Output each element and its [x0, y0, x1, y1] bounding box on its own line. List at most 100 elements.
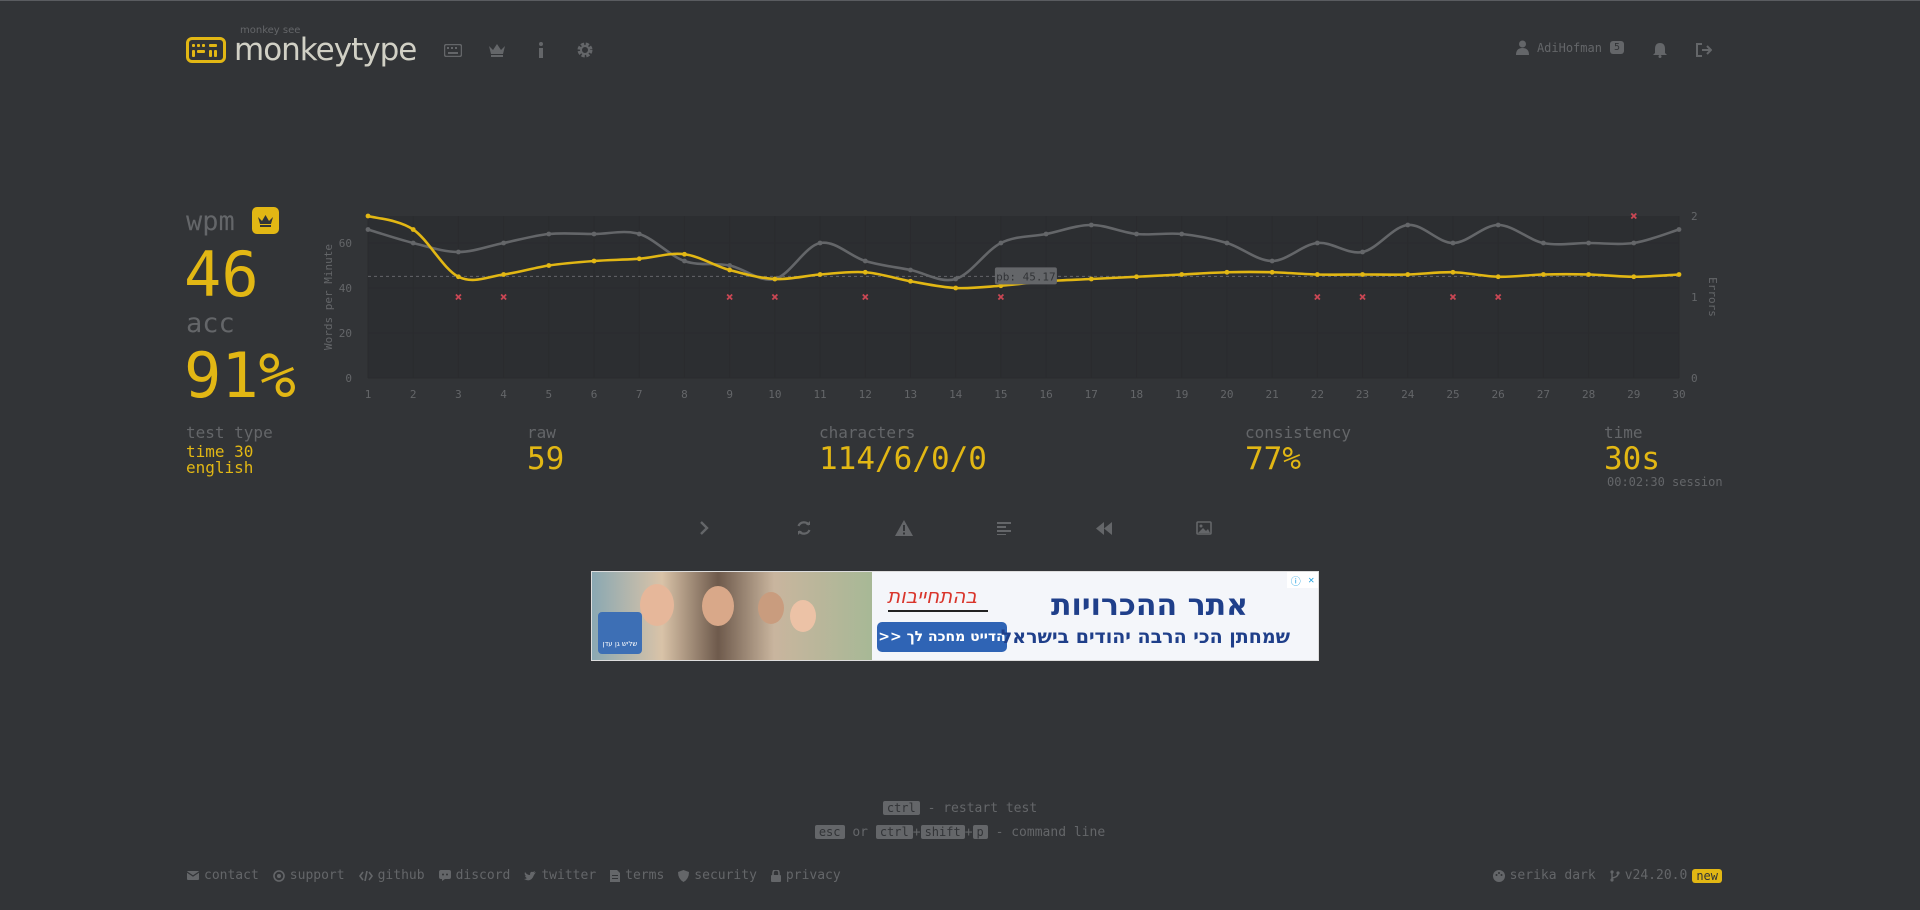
logo-tagline: monkey see: [240, 25, 301, 36]
level-badge: 5: [1609, 41, 1624, 54]
words-history-button[interactable]: [991, 518, 1017, 538]
key-esc: esc: [814, 825, 845, 839]
refresh-icon: [797, 521, 811, 535]
window-top-border: [0, 0, 1920, 1]
crown-icon[interactable]: [487, 40, 507, 60]
gear-icon[interactable]: [575, 40, 595, 60]
user-icon: [1515, 40, 1529, 55]
theme-switcher[interactable]: serika dark: [1492, 868, 1596, 883]
characters-label: characters: [819, 423, 916, 442]
bell-icon[interactable]: [1650, 40, 1670, 60]
x-tick-label: 3: [455, 388, 462, 401]
raw-value: 59: [527, 441, 565, 477]
footer-terms[interactable]: terms: [610, 868, 664, 883]
save-screenshot-button[interactable]: [1191, 518, 1217, 538]
wpm-point: [1088, 276, 1094, 282]
test-type-label: test type: [186, 423, 273, 442]
info-icon[interactable]: [531, 40, 551, 60]
ad-cta-button[interactable]: הדייט מחכה לך <<: [877, 622, 1007, 652]
y2-tick-label: 1: [1691, 291, 1698, 304]
raw-point: [1676, 227, 1682, 232]
x-tick-label: 20: [1220, 388, 1233, 401]
image-icon: [1196, 521, 1212, 535]
y-tick-label: 0: [345, 372, 352, 385]
x-tick-label: 11: [813, 388, 826, 401]
advertisement-banner[interactable]: שליש גן עדן בהתחייבות הדייט מחכה לך << א…: [591, 571, 1319, 661]
x-tick-label: 28: [1582, 388, 1595, 401]
x-tick-label: 22: [1311, 388, 1324, 401]
raw-point: [1360, 249, 1365, 255]
ad-logo: שליש גן עדן: [598, 612, 642, 654]
x-tick-label: 16: [1039, 388, 1052, 401]
raw-point: [1179, 231, 1185, 237]
y2-axis-title: Errors: [1706, 277, 1719, 317]
raw-point: [1586, 240, 1591, 246]
raw-point: [501, 240, 507, 246]
version-info[interactable]: v24.20.0 new: [1610, 868, 1722, 883]
footer-privacy[interactable]: privacy: [770, 868, 841, 883]
new-badge: new: [1692, 868, 1722, 883]
x-tick-label: 4: [500, 388, 507, 401]
footer-twitter-label: twitter: [541, 868, 597, 883]
footer-security[interactable]: security: [678, 868, 757, 883]
x-tick-label: 13: [904, 388, 917, 401]
x-tick-label: 27: [1537, 388, 1550, 401]
x-tick-label: 8: [681, 388, 688, 401]
raw-point: [1495, 222, 1501, 228]
plus-1: +: [912, 825, 921, 840]
lock-icon: [770, 869, 781, 882]
palette-icon: [1492, 869, 1505, 882]
consistency-value: 77%: [1245, 441, 1301, 477]
x-tick-label: 26: [1492, 388, 1505, 401]
y-tick-label: 60: [339, 237, 352, 250]
wpm-point: [1495, 274, 1501, 280]
consistency-label: consistency: [1245, 423, 1351, 442]
version-number: v24.20.0: [1624, 868, 1688, 883]
ad-close-icon[interactable]: ✕: [1308, 575, 1314, 586]
report-issue-button[interactable]: [891, 518, 917, 538]
raw-point: [410, 240, 416, 246]
wpm-point: [1179, 272, 1185, 277]
footer-discord[interactable]: discord: [438, 868, 510, 883]
chevron-right-icon: [700, 521, 709, 535]
footer-github[interactable]: github: [358, 868, 425, 883]
keyboard-icon[interactable]: [443, 40, 463, 60]
ad-choices[interactable]: ⓘ ✕: [1287, 572, 1318, 588]
envelope-icon: [187, 871, 199, 880]
wpm-point: [862, 269, 868, 275]
footer-terms-label: terms: [625, 868, 665, 883]
plus-2: +: [964, 825, 973, 840]
test-type-language: english: [186, 458, 254, 477]
wpm-chart[interactable]: 02040600121 2 3 4 5 6 7 8 9 10 11 12 13 14 15 16 17 18 19 2…: [0, 200, 1920, 410]
footer-twitter[interactable]: twitter: [524, 868, 596, 883]
user-account[interactable]: AdiHofman 5: [1515, 40, 1624, 55]
file-icon: [610, 869, 621, 882]
logo[interactable]: monkey see monkeytype: [186, 25, 417, 72]
raw-point: [456, 249, 461, 255]
twitter-icon: [524, 870, 537, 880]
raw-point: [908, 267, 913, 273]
x-tick-label: 30: [1672, 388, 1685, 401]
adchoices-icon[interactable]: ⓘ: [1291, 573, 1301, 588]
x-tick-label: 7: [636, 388, 643, 401]
x-tick-label: 14: [949, 388, 963, 401]
key-ctrl: ctrl: [882, 801, 920, 815]
wpm-point: [953, 285, 959, 291]
wpm-point: [727, 267, 733, 273]
next-test-button[interactable]: [691, 518, 717, 538]
footer-contact[interactable]: contact: [187, 868, 259, 883]
replay-button[interactable]: [1091, 518, 1117, 538]
footer-github-label: github: [377, 868, 425, 883]
sign-out-icon[interactable]: [1694, 40, 1714, 60]
ad-underline: [888, 610, 988, 612]
wpm-point: [1405, 272, 1411, 277]
wpm-point: [772, 276, 778, 282]
wpm-point: [365, 213, 371, 219]
raw-point: [817, 240, 823, 246]
y-tick-label: 20: [339, 327, 352, 340]
restart-test-button[interactable]: [791, 518, 817, 538]
raw-point: [1043, 231, 1049, 237]
footer-links: contact support github discord twitter t…: [187, 868, 841, 883]
raw-label: raw: [527, 423, 556, 442]
footer-support[interactable]: support: [272, 868, 345, 883]
